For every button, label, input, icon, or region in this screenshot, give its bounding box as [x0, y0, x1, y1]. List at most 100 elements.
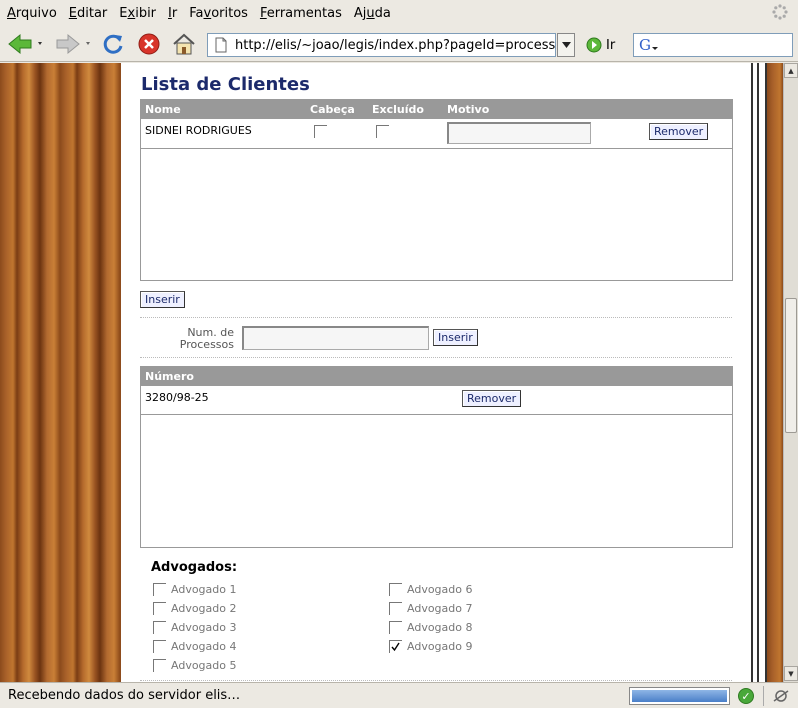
remove-processo-button[interactable]: Remover: [462, 390, 522, 407]
checkmark-icon: [391, 642, 400, 651]
progress-bar: [629, 687, 730, 705]
advogado-checkbox[interactable]: Advogado 9: [389, 638, 472, 654]
url-text: http://elis/~joao/legis/index.php?pageId…: [235, 37, 556, 53]
checkbox[interactable]: [153, 658, 166, 672]
status-text: Recebendo dados do servidor elis…: [8, 688, 241, 703]
forward-arrow-icon: [56, 33, 90, 55]
advogado-label: Advogado 2: [171, 601, 237, 615]
advogado-label: Advogado 7: [407, 601, 473, 615]
page-content: Lista de Clientes Nome Cabeça Excluído M…: [121, 63, 751, 682]
checkbox[interactable]: [389, 582, 402, 596]
chevron-down-icon: [561, 42, 571, 48]
divider: [140, 317, 732, 318]
divider: [140, 680, 732, 681]
svg-text:G: G: [639, 36, 651, 54]
cabeca-checkbox[interactable]: [314, 125, 327, 138]
checkbox[interactable]: [389, 639, 402, 653]
column-numero: Número: [145, 370, 194, 383]
forward-button[interactable]: [52, 30, 94, 58]
advogado-label: Advogado 5: [171, 658, 237, 672]
processo-number: 3280/98-25: [145, 391, 209, 404]
wood-background-right: [767, 63, 783, 682]
go-button[interactable]: Ir: [586, 34, 615, 56]
menu-editar[interactable]: Editar: [69, 6, 108, 21]
go-label: Ir: [606, 37, 616, 53]
back-arrow-icon: [8, 33, 42, 55]
menu-bar: Arquivo Editar Exibir Ir Favoritos Ferra…: [0, 0, 798, 26]
advogados-title: Advogados:: [151, 560, 238, 575]
table-row: SIDNEI RODRIGUES Remover: [141, 119, 732, 149]
advogado-checkbox[interactable]: Advogado 8: [389, 619, 472, 635]
checkbox[interactable]: [153, 582, 166, 596]
menu-ferramentas[interactable]: Ferramentas: [260, 6, 342, 21]
checkbox[interactable]: [153, 620, 166, 634]
processos-label-line2: Processos: [179, 338, 234, 351]
url-history-dropdown[interactable]: [557, 33, 575, 57]
checkbox[interactable]: [389, 620, 402, 634]
page-icon: [215, 37, 227, 53]
page-viewport: Lista de Clientes Nome Cabeça Excluído M…: [0, 63, 783, 682]
vertical-scrollbar[interactable]: ▲ ▼: [783, 63, 798, 682]
advogado-checkbox[interactable]: Advogado 6: [389, 581, 472, 597]
scroll-down-button[interactable]: ▼: [784, 666, 798, 681]
advogado-checkbox[interactable]: Advogado 5: [153, 657, 236, 673]
excluido-checkbox[interactable]: [376, 125, 389, 138]
menu-favoritos[interactable]: Favoritos: [189, 6, 248, 21]
scrollbar-thumb[interactable]: [785, 298, 797, 433]
menu-ir[interactable]: Ir: [168, 6, 177, 21]
page-title: Lista de Clientes: [141, 74, 310, 95]
divider: [140, 357, 732, 358]
advogado-checkbox[interactable]: Advogado 7: [389, 600, 472, 616]
scroll-up-button[interactable]: ▲: [784, 63, 798, 78]
advogado-label: Advogado 8: [407, 620, 473, 634]
processo-number-input[interactable]: [242, 326, 429, 350]
motivo-input[interactable]: [447, 122, 591, 144]
advogado-checkbox[interactable]: Advogado 2: [153, 600, 236, 616]
url-field[interactable]: http://elis/~joao/legis/index.php?pageId…: [207, 33, 556, 57]
advogado-label: Advogado 3: [171, 620, 237, 634]
advogado-label: Advogado 4: [171, 639, 237, 653]
advogado-checkbox[interactable]: Advogado 3: [153, 619, 236, 635]
menu-arquivo[interactable]: Arquivo: [7, 6, 57, 21]
connection-icon[interactable]: [772, 688, 790, 704]
checkmark-icon: ✓: [738, 688, 754, 704]
go-icon: [586, 37, 602, 53]
advogado-label: Advogado 6: [407, 582, 473, 596]
checkbox[interactable]: [153, 601, 166, 615]
insert-processo-button[interactable]: Inserir: [433, 329, 478, 346]
column-cabeca: Cabeça: [310, 103, 355, 116]
progress-fill: [632, 690, 727, 702]
advogado-checkbox[interactable]: Advogado 1: [153, 581, 236, 597]
arrow-up-icon: ▲: [788, 66, 794, 75]
reload-button[interactable]: [100, 30, 126, 58]
checkbox[interactable]: [389, 601, 402, 615]
column-nome: Nome: [145, 103, 181, 116]
back-button[interactable]: [6, 30, 46, 58]
search-input[interactable]: G: [633, 33, 793, 57]
advogado-label: Advogado 1: [171, 582, 237, 596]
status-bar: Recebendo dados do servidor elis… ✓: [0, 682, 798, 708]
home-icon: [173, 33, 195, 55]
search-engine-icon[interactable]: G: [638, 36, 660, 54]
throbber-icon: [772, 4, 788, 20]
advogado-checkbox[interactable]: Advogado 4: [153, 638, 236, 654]
insert-client-button[interactable]: Inserir: [140, 291, 185, 308]
stop-button[interactable]: [136, 30, 162, 58]
processos-label: Num. de Processos: [161, 327, 234, 351]
processos-table-header: Número: [141, 367, 732, 386]
divider: [763, 686, 764, 706]
remove-client-button[interactable]: Remover: [649, 123, 709, 140]
menu-exibir[interactable]: Exibir: [119, 6, 156, 21]
home-button[interactable]: [170, 30, 198, 58]
client-name: SIDNEI RODRIGUES: [145, 124, 252, 137]
arrow-down-icon: ▼: [788, 669, 794, 678]
table-row: 3280/98-25 Remover: [141, 386, 732, 415]
wood-background-left: [0, 63, 121, 682]
stop-icon: [138, 33, 160, 55]
clients-table-header: Nome Cabeça Excluído Motivo: [141, 100, 732, 119]
reload-icon: [103, 34, 123, 54]
clients-table: Nome Cabeça Excluído Motivo SIDNEI RODRI…: [140, 99, 733, 281]
checkbox[interactable]: [153, 639, 166, 653]
column-excluido: Excluído: [372, 103, 424, 116]
menu-ajuda[interactable]: Ajuda: [354, 6, 391, 21]
